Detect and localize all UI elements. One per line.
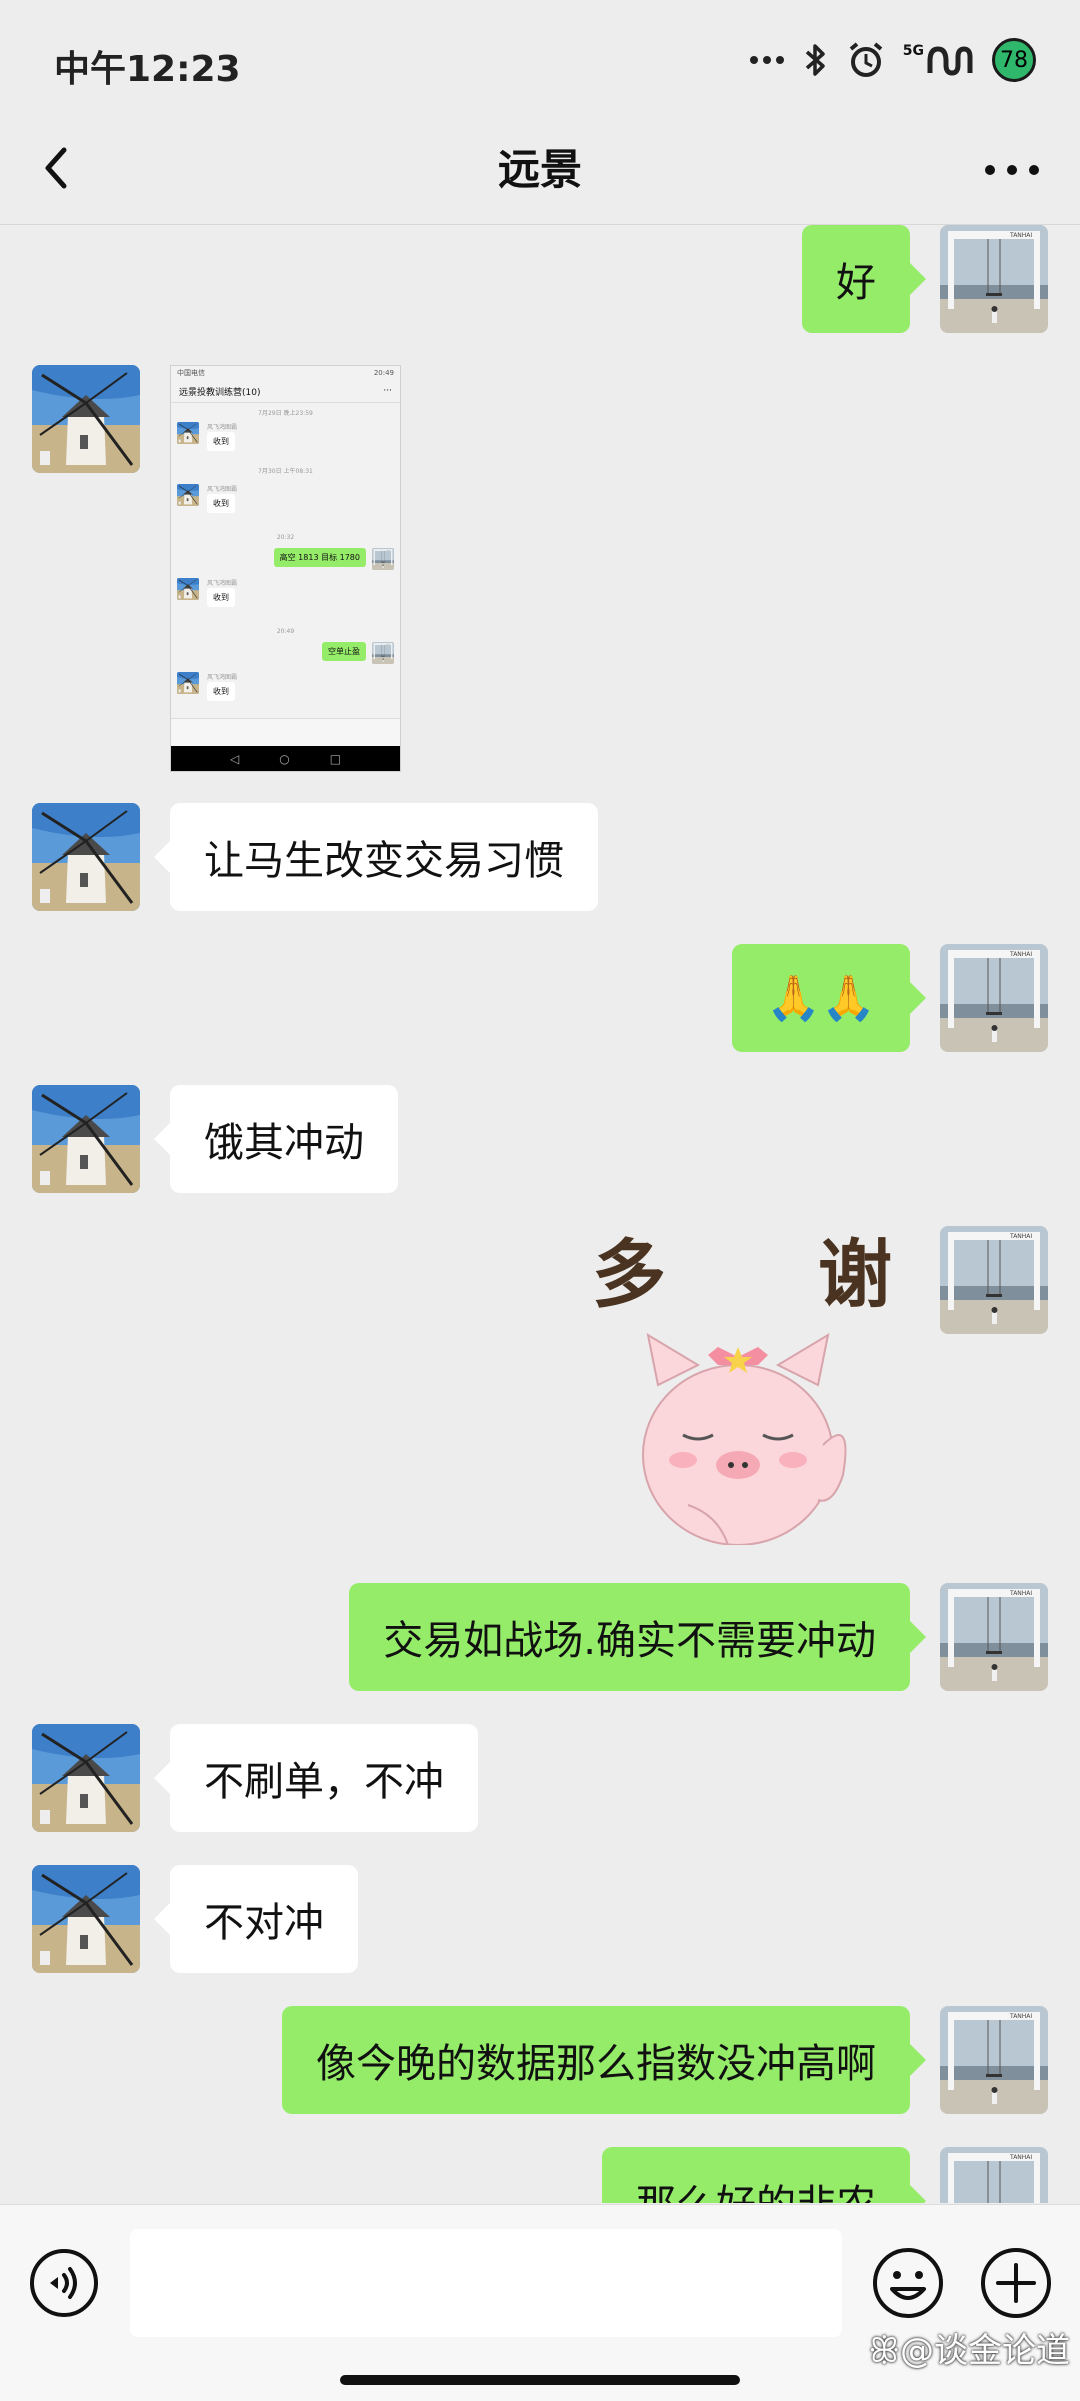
thumb-bubble: 收到	[207, 682, 235, 701]
thumb-bubble: 收到	[207, 588, 235, 607]
my-avatar[interactable]	[940, 2147, 1048, 2203]
thumb-sender: 风飞鸿图霸	[207, 424, 238, 431]
thumb-time: 20:49	[276, 628, 295, 635]
pig-sticker-icon	[642, 1332, 847, 1545]
contact-avatar[interactable]	[32, 1865, 140, 1973]
thumb-nav: 远景投教训练营(10) ···	[171, 380, 400, 403]
sticker-char-right: 谢	[818, 1232, 892, 1318]
message-bubble-outgoing[interactable]: 交易如战场.确实不需要冲动	[349, 1583, 926, 1691]
status-bar: 中午12:23 5G 78	[0, 0, 1080, 120]
thumb-avatar	[372, 548, 394, 570]
image-message-thumbnail[interactable]: 中国电信 20:49 远景投教训练营(10) ··· 7月29日 晚上23:59…	[170, 365, 401, 772]
status-time: 中午12:23	[54, 49, 241, 90]
contact-avatar[interactable]	[32, 1724, 140, 1832]
my-avatar[interactable]	[940, 1583, 1048, 1691]
message-bubble-incoming[interactable]: 饿其冲动	[154, 1085, 398, 1193]
thumb-bubble: 高空 1813 目标 1780	[273, 548, 366, 567]
contact-avatar[interactable]	[32, 1085, 140, 1193]
thumb-recent-icon: □	[329, 751, 342, 766]
thumb-avatar	[177, 422, 199, 444]
thumb-home-icon: ○	[279, 751, 290, 766]
message-bubble-incoming[interactable]: 让马生改变交易习惯	[154, 803, 598, 911]
contact-avatar[interactable]	[32, 803, 140, 911]
my-avatar[interactable]	[940, 1226, 1048, 1334]
chat-title: 远景	[497, 145, 582, 194]
plus-icon[interactable]	[978, 2245, 1054, 2321]
message-input[interactable]	[130, 2229, 842, 2337]
thumb-avatar	[177, 484, 199, 506]
message-bubble-outgoing[interactable]: 🙏🙏	[732, 944, 926, 1052]
status-icons: 5G 78	[749, 38, 1036, 82]
message-bubble-outgoing[interactable]: 那么好的非农	[602, 2147, 926, 2203]
thumb-clock: 20:49	[373, 369, 394, 377]
sticker-message[interactable]: 多 谢	[588, 1215, 918, 1545]
input-bar: ꕥ@谈金论道	[0, 2204, 1080, 2401]
weibo-icon: ꕥ	[868, 2331, 900, 2371]
signal-icon: 5G	[903, 43, 974, 77]
thumb-time: 7月30日 上午08:31	[258, 468, 313, 475]
emoji-icon[interactable]	[870, 2245, 946, 2321]
thumb-carrier: 中国电信	[177, 369, 205, 377]
sticker-char-left: 多	[592, 1232, 666, 1318]
watermark-text: @谈金论道	[900, 2331, 1070, 2371]
thumb-title: 远景投教训练营(10)	[179, 387, 261, 398]
more-notifications-icon	[749, 56, 784, 64]
watermark: ꕥ@谈金论道	[868, 2323, 1070, 2372]
message-bubble-incoming[interactable]: 不刷单，不冲	[154, 1724, 478, 1832]
thumb-bubble: 收到	[207, 494, 235, 513]
alarm-icon	[849, 42, 883, 77]
thumb-bubble: 空单止盈	[322, 642, 366, 661]
my-avatar[interactable]	[940, 225, 1048, 333]
thumb-sender: 风飞鸿图霸	[207, 486, 238, 493]
thumb-status-bar: 中国电信 20:49	[171, 366, 400, 380]
message-bubble-outgoing[interactable]: 好	[802, 225, 926, 333]
chat-area[interactable]: 好 中国电信 20:49 远景投教训练营(10) ··· 7月29日 晚上23:…	[0, 225, 1080, 2203]
thumb-system-nav: ◁ ○ □	[171, 746, 400, 771]
home-indicator[interactable]	[340, 2375, 740, 2385]
thumb-time: 20:32	[276, 534, 295, 541]
message-bubble-incoming[interactable]: 不对冲	[154, 1865, 358, 1973]
thumb-back-icon: ◁	[229, 751, 240, 766]
thumb-avatar	[177, 672, 199, 694]
voice-icon[interactable]	[28, 2247, 100, 2319]
battery-badge: 78	[992, 38, 1036, 82]
network-label: 5G	[902, 43, 924, 59]
thumb-avatar	[177, 578, 199, 600]
more-icon[interactable]	[972, 132, 1052, 202]
contact-avatar[interactable]	[32, 365, 140, 473]
emoji-text: 🙏🙏	[766, 973, 876, 1024]
my-avatar[interactable]	[940, 2006, 1048, 2114]
thumb-bubble: 收到	[207, 432, 235, 451]
my-avatar[interactable]	[940, 944, 1048, 1052]
thumb-input-bar	[171, 718, 400, 747]
message-bubble-outgoing[interactable]: 像今晚的数据那么指数没冲高啊	[282, 2006, 926, 2114]
thumb-sender: 风飞鸿图霸	[207, 674, 238, 681]
bluetooth-icon	[805, 44, 825, 76]
thumb-sender: 风飞鸿图霸	[207, 580, 238, 587]
nav-bar: 远景	[0, 120, 1080, 224]
thumb-more-icon: ···	[383, 386, 392, 396]
thumb-time: 7月29日 晚上23:59	[258, 410, 313, 417]
thumb-avatar	[372, 642, 394, 664]
